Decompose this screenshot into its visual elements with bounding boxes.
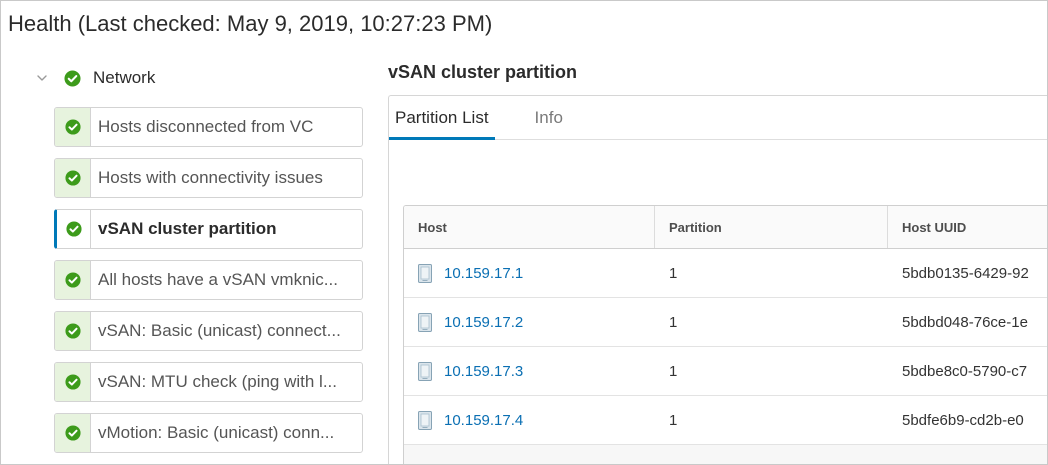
health-check-label: All hosts have a vSAN vmknic... — [98, 270, 338, 289]
partition-cell: 1 — [669, 313, 678, 331]
column-header-host-uuid[interactable]: Host UUID — [888, 206, 1048, 248]
host-cell: 10.159.17.3 — [404, 347, 655, 395]
server-icon — [418, 263, 432, 283]
table-row: 10.159.17.1 1 5bdb0135-6429-92 — [404, 249, 1048, 298]
detail-title: vSAN cluster partition — [388, 62, 578, 82]
host-uuid-cell: 5bdfe6b9-cd2b-e0 — [902, 411, 1024, 429]
check-circle-icon — [64, 69, 81, 87]
table-row: 10.159.17.2 1 5bdbd048-76ce-1e — [404, 298, 1048, 347]
host-uuid-cell: 5bdbe8c0-5790-c7 — [902, 362, 1028, 380]
tab-bar: Partition List Info — [389, 96, 569, 140]
column-header-partition[interactable]: Partition — [655, 206, 888, 248]
tab-info[interactable]: Info — [529, 96, 569, 140]
health-check-label: Hosts with connectivity issues — [98, 168, 323, 187]
chevron-down-icon[interactable] — [34, 70, 50, 86]
tree-group-network[interactable]: Network — [34, 67, 155, 89]
check-circle-icon — [64, 374, 81, 390]
host-uuid-cell: 5bdbd048-76ce-1e — [902, 313, 1028, 331]
host-link[interactable]: 10.159.17.4 — [444, 412, 523, 429]
status-cell — [55, 108, 91, 146]
host-cell: 10.159.17.4 — [404, 396, 655, 444]
check-circle-icon — [64, 272, 81, 288]
page-title: Health (Last checked: May 9, 2019, 10:27… — [8, 11, 493, 36]
host-link[interactable]: 10.159.17.3 — [444, 363, 523, 380]
datagrid-header-row: Host Partition Host UUID — [404, 206, 1048, 249]
tree-group-label: Network — [93, 68, 156, 87]
server-icon — [418, 361, 432, 381]
status-cell — [55, 159, 91, 197]
health-check-item-vsan-vmknic[interactable]: All hosts have a vSAN vmknic... — [54, 260, 363, 300]
health-check-item-vmotion-unicast[interactable]: vMotion: Basic (unicast) conn... — [54, 413, 363, 453]
table-row: 10.159.17.4 1 5bdfe6b9-cd2b-e0 — [404, 396, 1048, 445]
check-circle-icon — [64, 323, 81, 339]
check-circle-icon — [64, 119, 81, 135]
health-check-label: Hosts disconnected from VC — [98, 117, 314, 136]
table-row: 10.159.17.3 1 5bdbe8c0-5790-c7 — [404, 347, 1048, 396]
host-link[interactable]: 10.159.17.2 — [444, 314, 523, 331]
host-cell: 10.159.17.1 — [404, 249, 655, 297]
health-check-item-connectivity-issues[interactable]: Hosts with connectivity issues — [54, 158, 363, 198]
check-circle-icon — [64, 425, 81, 441]
server-icon — [418, 312, 432, 332]
detail-panel: Partition List Info Host Partition Host … — [388, 95, 1048, 465]
health-check-item-vsan-cluster-partition[interactable]: vSAN cluster partition — [54, 209, 363, 249]
health-check-label: vMotion: Basic (unicast) conn... — [98, 423, 335, 442]
status-cell — [55, 363, 91, 401]
partition-cell: 1 — [669, 411, 678, 429]
check-circle-icon — [65, 221, 82, 237]
health-check-item-hosts-disconnected[interactable]: Hosts disconnected from VC — [54, 107, 363, 147]
status-cell — [55, 414, 91, 452]
tab-partition-list[interactable]: Partition List — [389, 96, 495, 140]
status-cell — [55, 261, 91, 299]
status-cell — [57, 210, 91, 248]
status-cell — [55, 312, 91, 350]
health-check-label: vSAN: MTU check (ping with l... — [98, 372, 338, 391]
health-check-list: Hosts disconnected from VC Hosts with co… — [54, 107, 363, 453]
partition-cell: 1 — [669, 264, 678, 282]
partition-datagrid: Host Partition Host UUID 10.159.17.1 1 5… — [403, 205, 1048, 465]
host-uuid-cell: 5bdb0135-6429-92 — [902, 264, 1029, 282]
health-check-label: vSAN cluster partition — [98, 219, 277, 238]
health-check-label: vSAN: Basic (unicast) connect... — [98, 321, 341, 340]
partition-cell: 1 — [669, 362, 678, 380]
server-icon — [418, 410, 432, 430]
check-circle-icon — [64, 170, 81, 186]
health-check-item-vsan-unicast[interactable]: vSAN: Basic (unicast) connect... — [54, 311, 363, 351]
health-check-item-vsan-mtu[interactable]: vSAN: MTU check (ping with l... — [54, 362, 363, 402]
datagrid-footer — [404, 445, 1048, 465]
host-cell: 10.159.17.2 — [404, 298, 655, 346]
column-header-host[interactable]: Host — [404, 206, 655, 248]
host-link[interactable]: 10.159.17.1 — [444, 265, 523, 282]
